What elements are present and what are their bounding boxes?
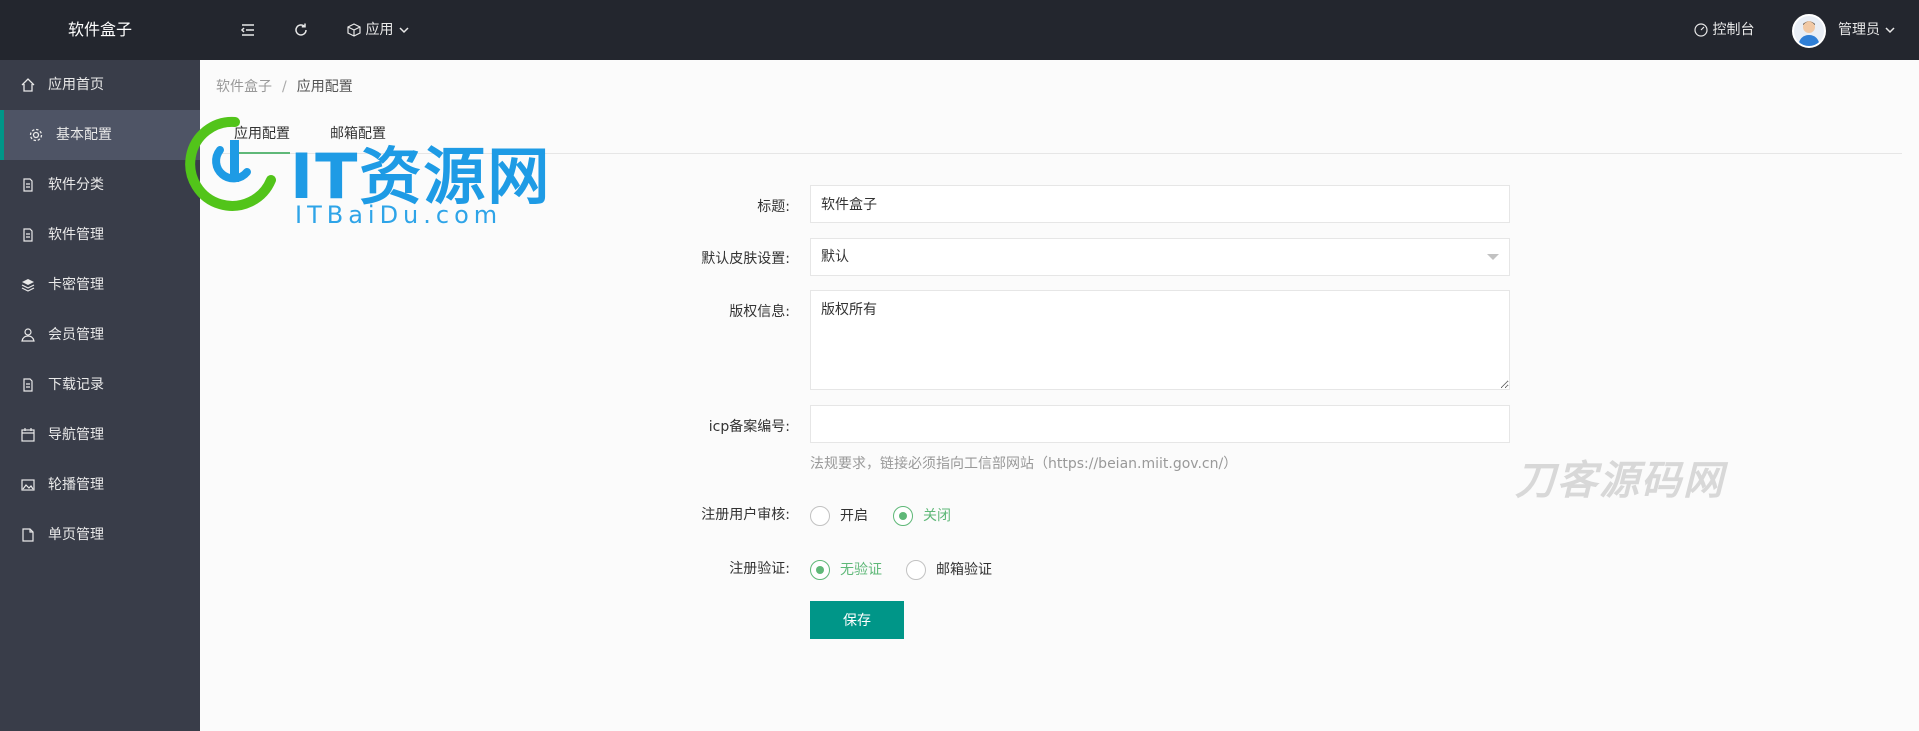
page-icon [22, 528, 34, 542]
breadcrumb-separator: / [282, 79, 287, 95]
copyright-textarea[interactable]: 版权所有 [810, 290, 1510, 390]
title-label: 标题: [757, 199, 790, 215]
review-radio-off[interactable]: 关闭 [893, 505, 963, 527]
title-input[interactable] [810, 185, 1510, 223]
tab-app-config[interactable]: 应用配置 [234, 114, 290, 154]
cube-icon [347, 23, 361, 37]
sidebar-item-card-manage[interactable]: 卡密管理 [0, 260, 200, 310]
sidebar-item-label: 轮播管理 [48, 477, 104, 493]
console-label: 控制台 [1712, 22, 1755, 38]
sidebar-item-label: 下载记录 [48, 377, 104, 393]
dashboard-icon [1694, 23, 1708, 37]
sidebar-item-download-log[interactable]: 下载记录 [0, 360, 200, 410]
radio-circle [810, 506, 830, 526]
menu-collapse-icon[interactable] [240, 0, 256, 60]
user-icon [21, 328, 35, 342]
avatar[interactable] [1792, 14, 1826, 48]
skin-label: 默认皮肤设置: [701, 251, 790, 267]
app-menu[interactable]: 应用 [347, 0, 410, 60]
document-icon [23, 378, 33, 392]
icp-hint: 法规要求，链接必须指向工信部网站（https://beian.miit.gov.… [810, 456, 1238, 472]
verify-radio-email[interactable]: 邮箱验证 [906, 559, 996, 581]
skin-select-value: 默认 [821, 249, 849, 265]
refresh-icon[interactable] [293, 0, 309, 60]
sidebar-item-carousel-manage[interactable]: 轮播管理 [0, 460, 200, 510]
user-name: 管理员 [1838, 22, 1880, 38]
chevron-down-icon [1487, 254, 1499, 260]
config-tabs: 应用配置 邮箱配置 [216, 114, 1902, 154]
skin-select[interactable]: 默认 [810, 238, 1510, 276]
sidebar-item-nav-manage[interactable]: 导航管理 [0, 410, 200, 460]
radio-circle [810, 560, 830, 580]
gear-icon [29, 128, 43, 142]
document-icon [23, 228, 33, 242]
tab-email-config[interactable]: 邮箱配置 [330, 114, 386, 154]
sidebar-item-label: 导航管理 [48, 427, 104, 443]
chevron-down-icon [1885, 27, 1895, 34]
sidebar-item-label: 卡密管理 [48, 277, 104, 293]
calendar-icon [21, 428, 35, 442]
save-button[interactable]: 保存 [810, 601, 904, 639]
verify-label: 注册验证: [729, 561, 790, 577]
sidebar-item-label: 软件管理 [48, 227, 104, 243]
app-menu-label: 应用 [365, 22, 394, 38]
radio-label: 关闭 [923, 508, 951, 524]
sidebar-item-page-manage[interactable]: 单页管理 [0, 510, 200, 560]
sidebar-item-basic-config[interactable]: 基本配置 [0, 110, 200, 160]
icp-label: icp备案编号: [708, 419, 790, 435]
verify-radio-none[interactable]: 无验证 [810, 559, 890, 581]
sidebar-item-member-manage[interactable]: 会员管理 [0, 310, 200, 360]
sidebar-item-label: 会员管理 [48, 327, 104, 343]
image-icon [21, 479, 35, 491]
review-radio-on[interactable]: 开启 [810, 505, 880, 527]
console-link[interactable]: 控制台 [1694, 0, 1754, 60]
main-content: 软件盒子 / 应用配置 应用配置 邮箱配置 标题: 默认皮肤设置: 默认 版权信息:… [200, 60, 1919, 731]
sidebar-item-label: 应用首页 [48, 77, 104, 93]
app-logo[interactable]: 软件盒子 [0, 0, 200, 60]
radio-circle [906, 560, 926, 580]
sidebar-item-label: 软件分类 [48, 177, 104, 193]
copyright-label: 版权信息: [729, 304, 790, 320]
layers-icon [21, 279, 35, 292]
review-label: 注册用户审核: [701, 507, 790, 523]
document-icon [23, 178, 33, 192]
sidebar-item-software-manage[interactable]: 软件管理 [0, 210, 200, 260]
sidebar: 应用首页 基本配置 软件分类 软件管理 卡密管理 会员管理 下载记录 导航管理 … [0, 60, 200, 731]
breadcrumb-current: 应用配置 [296, 79, 353, 95]
chevron-down-icon [399, 27, 409, 34]
home-icon [21, 78, 35, 92]
radio-label: 邮箱验证 [936, 562, 992, 578]
sidebar-item-home[interactable]: 应用首页 [0, 60, 200, 110]
radio-label: 开启 [840, 508, 868, 524]
top-header: 软件盒子 应用 控制台 管理员 [0, 0, 1919, 60]
sidebar-item-software-category[interactable]: 软件分类 [0, 160, 200, 210]
radio-circle [893, 506, 913, 526]
breadcrumb: 软件盒子 / 应用配置 [216, 76, 353, 96]
sidebar-item-label: 单页管理 [48, 527, 104, 543]
icp-input[interactable] [810, 405, 1510, 443]
radio-label: 无验证 [840, 562, 882, 578]
breadcrumb-root[interactable]: 软件盒子 [216, 79, 272, 95]
user-menu[interactable]: 管理员 [1838, 0, 1896, 60]
sidebar-item-label: 基本配置 [56, 127, 112, 143]
